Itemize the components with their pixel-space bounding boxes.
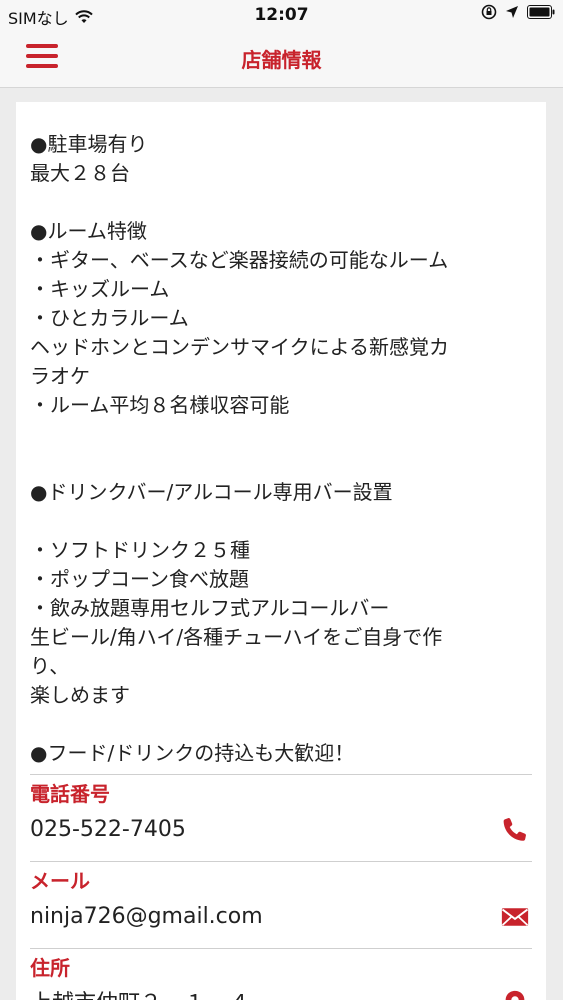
status-bar: SIMなし 12:07 bbox=[0, 0, 563, 30]
address-label: 住所 bbox=[30, 956, 70, 980]
phone-label: 電話番号 bbox=[30, 782, 110, 806]
navigation-bar: 店舗情報 bbox=[0, 30, 563, 88]
phone-icon[interactable] bbox=[500, 815, 530, 845]
email-section: メール ninja726@gmail.com bbox=[30, 861, 532, 942]
phone-section: 電話番号 025-522-7405 bbox=[30, 774, 532, 855]
store-info-content: ●駐車場有り 最大２８台 ●ルーム特徴 ・ギター、ベースなど楽器接続の可能なルー… bbox=[16, 102, 546, 1000]
location-arrow-icon bbox=[506, 6, 518, 18]
battery-icon bbox=[527, 5, 555, 19]
phone-number[interactable]: 025-522-7405 bbox=[30, 815, 532, 845]
store-description: ●駐車場有り 最大２８台 ●ルーム特徴 ・ギター、ベースなど楽器接続の可能なルー… bbox=[30, 132, 449, 765]
status-right bbox=[481, 4, 555, 20]
address-section: 住所 上越市仲町２－１－４ bbox=[30, 948, 532, 1000]
email-label: メール bbox=[30, 869, 90, 893]
address-text[interactable]: 上越市仲町２－１－４ bbox=[30, 989, 532, 1000]
map-pin-icon[interactable] bbox=[500, 989, 530, 1000]
store-info-card: ●駐車場有り 最大２８台 ●ルーム特徴 ・ギター、ベースなど楽器接続の可能なルー… bbox=[16, 102, 546, 1000]
status-time: 12:07 bbox=[254, 5, 309, 25]
rotation-lock-icon bbox=[481, 4, 497, 20]
page-title: 店舗情報 bbox=[241, 48, 322, 72]
email-address[interactable]: ninja726@gmail.com bbox=[30, 902, 532, 932]
mail-icon[interactable] bbox=[500, 902, 530, 932]
